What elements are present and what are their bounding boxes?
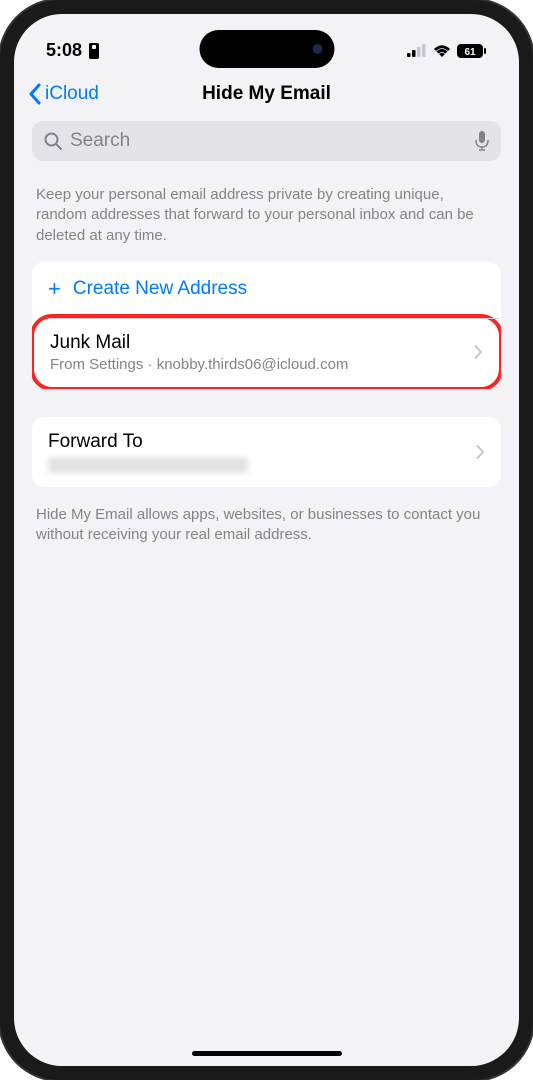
cellular-icon xyxy=(407,44,427,57)
chevron-left-icon xyxy=(28,83,42,105)
search-input[interactable]: Search xyxy=(32,121,501,161)
search-placeholder: Search xyxy=(70,130,467,152)
chevron-right-icon xyxy=(476,444,485,460)
battery-icon: 61 xyxy=(457,44,487,58)
item-subtitle: From Settings · knobby.thirds06@icloud.c… xyxy=(50,356,474,373)
item-title: Junk Mail xyxy=(50,332,474,354)
back-button[interactable]: iCloud xyxy=(28,83,99,105)
screen: 5:08 61 iCloud Hide My Email Search Keep… xyxy=(14,14,519,1066)
description-text: Keep your personal email address private… xyxy=(14,161,519,262)
focus-icon xyxy=(87,43,101,59)
wifi-icon xyxy=(433,44,451,57)
nav-bar: iCloud Hide My Email xyxy=(14,69,519,117)
footer-text: Hide My Email allows apps, websites, or … xyxy=(14,495,519,546)
address-item-junk-mail[interactable]: Junk Mail From Settings · knobby.thirds0… xyxy=(32,314,501,389)
create-new-address-button[interactable]: + Create New Address xyxy=(32,262,501,316)
forward-subtitle-redacted xyxy=(48,457,248,473)
forward-group: Forward To xyxy=(32,417,501,487)
status-time: 5:08 xyxy=(46,40,82,61)
addresses-group: + Create New Address Junk Mail From Sett… xyxy=(32,262,501,389)
forward-to-button[interactable]: Forward To xyxy=(32,417,501,487)
search-icon xyxy=(44,132,62,150)
home-indicator[interactable] xyxy=(192,1051,342,1056)
dynamic-island xyxy=(199,30,334,68)
back-label: iCloud xyxy=(45,83,99,105)
chevron-right-icon xyxy=(474,344,483,360)
page-title: Hide My Email xyxy=(202,83,331,105)
camera-dot xyxy=(312,44,322,54)
phone-frame: 5:08 61 iCloud Hide My Email Search Keep… xyxy=(0,0,533,1080)
create-label: Create New Address xyxy=(73,278,247,300)
forward-title: Forward To xyxy=(48,431,476,453)
plus-icon: + xyxy=(48,276,61,302)
mic-icon[interactable] xyxy=(475,131,489,151)
svg-text:61: 61 xyxy=(464,47,476,58)
